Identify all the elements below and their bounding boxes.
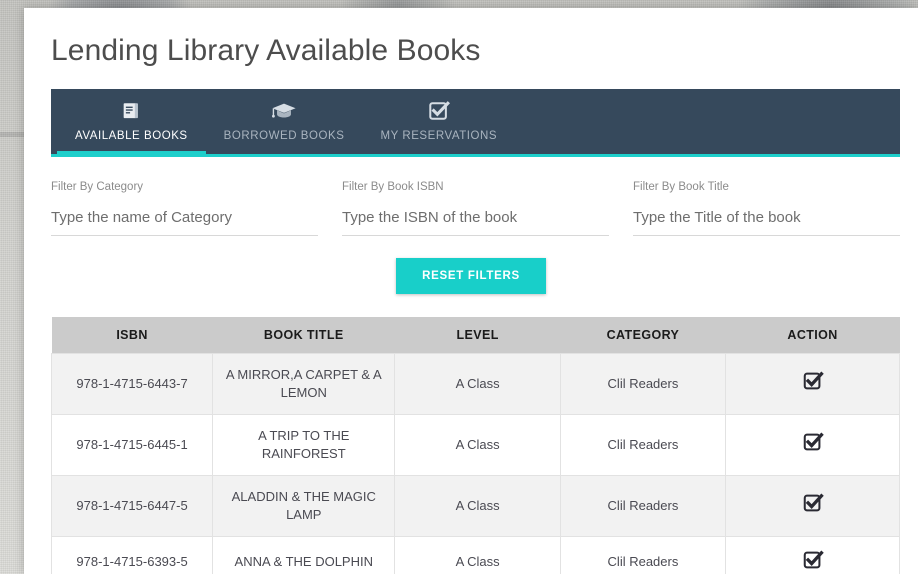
- cell-action: [725, 353, 900, 415]
- cell-title: A TRIP TO THE RAINFOREST: [212, 413, 396, 476]
- cell-title: A MIRROR,A CARPET & A LEMON: [212, 353, 396, 415]
- filter-label-category: Filter By Category: [51, 181, 144, 193]
- filter-label-isbn: Filter By Book ISBN: [342, 181, 444, 193]
- cell-isbn: 978-1-4715-6443-7: [50, 353, 214, 415]
- book-icon: [75, 99, 188, 123]
- table-row: 978-1-4715-6443-7 A MIRROR,A CARPET & A L…: [50, 353, 900, 415]
- cell-isbn: 978-1-4715-6393-5: [50, 535, 214, 574]
- filter-input-isbn[interactable]: [342, 209, 609, 236]
- cell-isbn: 978-1-4715-6447-5: [50, 474, 214, 537]
- filter-label-title: Filter By Book Title: [633, 181, 729, 193]
- cell-level: A Class: [394, 535, 561, 574]
- tab-bar: AVAILABLE BOOKS BORROWED BOOKS MY RESERV…: [51, 89, 900, 157]
- books-table-container: ISBN BOOK TITLE LEVEL CATEGORY ACTION 97…: [50, 317, 900, 574]
- cell-title: ANNA & THE DOLPHIN: [212, 535, 396, 574]
- cell-level: A Class: [394, 413, 561, 476]
- books-table: ISBN BOOK TITLE LEVEL CATEGORY ACTION 97…: [50, 317, 900, 574]
- cell-category: Clil Readers: [559, 353, 727, 415]
- tab-available-books[interactable]: AVAILABLE BOOKS: [57, 89, 206, 157]
- column-header-title[interactable]: BOOK TITLE: [212, 317, 395, 354]
- table-row: 978-1-4715-6393-5 ANNA & THE DOLPHIN A Cla…: [50, 535, 900, 574]
- checkbox-checked-icon[interactable]: [802, 549, 824, 571]
- filter-field-title: Filter By Book Title: [633, 181, 900, 236]
- page-title: Lending Library Available Books: [51, 34, 481, 67]
- cell-action: [725, 413, 900, 476]
- reset-button-container: RESET FILTERS: [24, 258, 918, 294]
- filter-input-category[interactable]: [51, 209, 318, 236]
- table-row: 978-1-4715-6447-5 ALADDIN & THE MAGIC LAM…: [50, 474, 900, 537]
- cell-category: Clil Readers: [559, 474, 727, 537]
- tab-label: MY RESERVATIONS: [380, 130, 498, 142]
- tab-bar-underline: [51, 154, 900, 157]
- tab-label: BORROWED BOOKS: [223, 130, 345, 142]
- graduation-cap-icon: [224, 99, 345, 123]
- cell-category: Clil Readers: [559, 535, 727, 574]
- column-header-level[interactable]: LEVEL: [394, 317, 561, 354]
- table-header-row: ISBN BOOK TITLE LEVEL CATEGORY ACTION: [51, 317, 900, 354]
- cell-category: Clil Readers: [559, 413, 727, 476]
- checkbox-checked-icon[interactable]: [802, 492, 824, 514]
- filter-field-isbn: Filter By Book ISBN: [342, 181, 609, 236]
- content-card: Lending Library Available Books AVAILABL…: [24, 8, 918, 574]
- cell-level: A Class: [394, 474, 561, 537]
- table-body: 978-1-4715-6443-7 A MIRROR,A CARPET & A L…: [50, 353, 900, 574]
- tab-label: AVAILABLE BOOKS: [75, 130, 188, 142]
- checkbox-checked-icon[interactable]: [802, 431, 824, 453]
- checkbox-checked-icon: [380, 99, 497, 123]
- table-row: 978-1-4715-6445-1 A TRIP TO THE RAINFORES…: [50, 413, 900, 476]
- checkbox-checked-icon[interactable]: [802, 370, 824, 392]
- reset-filters-button[interactable]: RESET FILTERS: [396, 258, 546, 294]
- filter-bar: Filter By Category Filter By Book ISBN F…: [51, 181, 900, 236]
- column-header-action: ACTION: [725, 317, 900, 354]
- tab-borrowed-books[interactable]: BORROWED BOOKS: [206, 89, 363, 157]
- table-header: ISBN BOOK TITLE LEVEL CATEGORY ACTION: [51, 317, 900, 354]
- filter-input-title[interactable]: [633, 209, 900, 236]
- cell-title: ALADDIN & THE MAGIC LAMP: [212, 474, 396, 537]
- cell-action: [725, 535, 900, 574]
- tab-my-reservations[interactable]: MY RESERVATIONS: [362, 89, 515, 157]
- filter-field-category: Filter By Category: [51, 181, 318, 236]
- cell-level: A Class: [394, 353, 561, 415]
- cell-action: [725, 474, 900, 537]
- cell-isbn: 978-1-4715-6445-1: [50, 413, 214, 476]
- column-header-isbn[interactable]: ISBN: [51, 317, 213, 354]
- column-header-category[interactable]: CATEGORY: [560, 317, 726, 354]
